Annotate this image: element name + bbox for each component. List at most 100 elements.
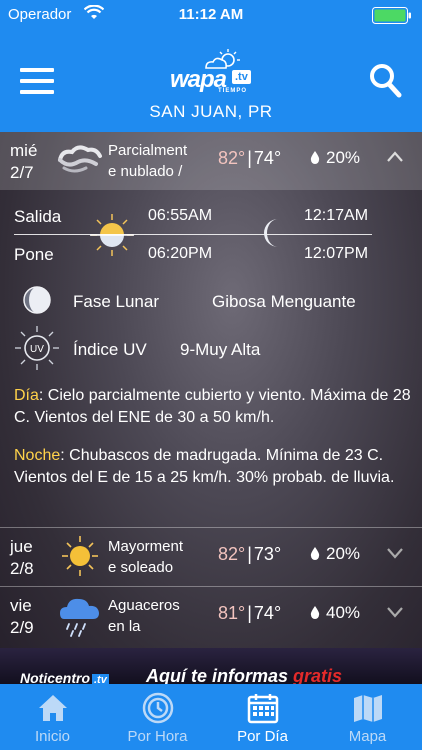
set-label: Pone	[14, 245, 54, 264]
condition-line-1: Aguaceros	[108, 597, 180, 614]
tab-por-hora[interactable]: Por Hora	[105, 684, 210, 750]
day-of-week: jue	[10, 537, 33, 556]
night-description: : Chubascos de madrugada. Mínima de 23 C…	[14, 447, 395, 486]
condition-line-2: e nublado /	[108, 163, 183, 180]
high-temp: 82°	[218, 544, 246, 564]
day-label: vie 2/9	[10, 595, 34, 639]
forecast-day-row[interactable]: jue 2/8 Mayorment e soleado 82° | 73° 20%	[0, 528, 422, 586]
day-forecast-text: Día: Cielo parcialmente cubierto y vient…	[14, 385, 412, 429]
sunset-time: 06:20PM	[148, 245, 213, 262]
day-of-week: mié	[10, 141, 38, 160]
day-description: : Cielo parcialmente cubierto y viento. …	[14, 387, 411, 426]
rain-percent: 20%	[326, 148, 361, 167]
uv-index-icon: UV	[15, 326, 59, 370]
low-temp: 73°	[253, 544, 282, 564]
rise-label: Salida	[14, 207, 62, 226]
menu-button[interactable]	[20, 68, 54, 94]
horizon-line	[14, 234, 372, 235]
app-header: Operador 11:12 AM wapa .tv TIEMPO SAN JU…	[0, 0, 422, 132]
condition-text: Mayorment e soleado	[108, 536, 200, 578]
condition-line-1: Parcialment	[108, 142, 188, 159]
ad-slogan: Aquí te informas gratis	[146, 666, 342, 684]
condition-line-2: en la	[108, 618, 141, 635]
rain-percent: 40%	[326, 603, 361, 622]
logo-tv-badge: .tv	[232, 70, 251, 84]
temp-separator: |	[247, 544, 252, 564]
moon-phase-icon	[23, 286, 51, 314]
day-label: jue 2/8	[10, 536, 34, 580]
ad-banner[interactable]: Noticentro .tv Aquí te informas gratis	[0, 648, 422, 684]
rain-cloud-icon	[60, 598, 99, 637]
ad-brand-tv: .tv	[92, 674, 109, 684]
uv-label: Índice UV	[73, 340, 147, 359]
ad-slogan-accent: gratis	[293, 666, 343, 684]
moon-phase-value: Gibosa Menguante	[212, 292, 356, 311]
temperature-range: 81° | 74°	[218, 603, 281, 624]
clock-time: 11:12 AM	[178, 6, 244, 23]
tab-por-dia[interactable]: Por Día	[210, 684, 315, 750]
sunrise-sunset-icon	[90, 214, 134, 256]
high-temp: 82°	[218, 148, 246, 168]
sunrise-time: 06:55AM	[148, 207, 213, 224]
moonset-time: 12:07PM	[304, 245, 369, 262]
menu-bar	[20, 79, 54, 83]
crescent-moon-icon	[264, 219, 278, 247]
bottom-tab-bar: Inicio Por Hora Por Día Mapa	[0, 684, 422, 750]
status-bar: Operador 11:12 AM	[0, 0, 422, 30]
chevron-down-icon[interactable]	[386, 546, 404, 560]
tab-label: Inicio	[34, 728, 71, 745]
day-label: mié 2/7	[10, 140, 37, 184]
raindrop-icon	[310, 606, 320, 619]
rain-chance: 20%	[310, 544, 360, 564]
low-temp: 74°	[253, 603, 282, 623]
menu-bar	[20, 90, 54, 94]
uv-badge-text: UV	[30, 344, 44, 355]
location-title: SAN JUAN, PR	[149, 102, 273, 121]
calendar-icon	[247, 694, 279, 724]
temperature-range: 82° | 73°	[218, 544, 281, 565]
day-date: 2/9	[10, 618, 34, 637]
chevron-down-icon[interactable]	[386, 605, 404, 619]
temp-separator: |	[247, 603, 252, 623]
day-of-week: vie	[10, 596, 32, 615]
raindrop-icon	[310, 151, 320, 164]
day-date: 2/8	[10, 559, 34, 578]
wapa-tiempo-logo: wapa .tv TIEMPO	[160, 48, 264, 96]
rain-percent: 20%	[326, 544, 361, 563]
condition-line-2: e soleado	[108, 559, 174, 576]
rain-chance: 40%	[310, 603, 360, 623]
uv-value: 9-Muy Alta	[180, 340, 261, 359]
ad-brand: Noticentro .tv	[20, 670, 109, 684]
menu-bar	[20, 68, 54, 72]
raindrop-icon	[310, 547, 320, 560]
day-prefix: Día	[14, 387, 39, 404]
ad-slogan-text: Aquí te informas	[146, 666, 294, 684]
low-temp: 74°	[253, 148, 282, 168]
ad-brand-name: Noticentro	[20, 670, 90, 684]
forecast-day-row[interactable]: vie 2/9 Aguaceros en la 81° | 74° 40%	[0, 587, 422, 645]
day-date: 2/7	[10, 163, 34, 182]
temperature-range: 82° | 74°	[218, 148, 281, 169]
tab-label: Mapa	[348, 728, 387, 745]
moon-phase-label: Fase Lunar	[73, 292, 159, 311]
condition-text: Parcialment e nublado /	[108, 140, 200, 182]
tab-mapa[interactable]: Mapa	[315, 684, 420, 750]
clock-icon	[142, 692, 174, 724]
wind-cloud-icon	[58, 145, 102, 173]
moonrise-time: 12:17AM	[304, 207, 369, 224]
night-forecast-text: Noche: Chubascos de madrugada. Mínima de…	[14, 445, 412, 489]
tab-label: Por Día	[237, 728, 288, 745]
tab-label: Por Hora	[127, 728, 188, 745]
home-icon	[39, 695, 67, 721]
map-icon	[354, 695, 382, 722]
night-prefix: Noche	[14, 447, 61, 464]
search-icon[interactable]	[368, 62, 402, 98]
condition-line-1: Mayorment	[108, 538, 184, 555]
tab-inicio[interactable]: Inicio	[0, 684, 105, 750]
condition-text: Aguaceros en la	[108, 595, 200, 637]
logo-subtitle: TIEMPO	[218, 88, 248, 94]
rain-chance: 20%	[310, 148, 360, 168]
temp-separator: |	[247, 148, 252, 168]
chevron-up-icon[interactable]	[386, 150, 404, 164]
forecast-day-row[interactable]: mié 2/7 Parcialment e nublado / 82° | 74° …	[0, 132, 422, 190]
